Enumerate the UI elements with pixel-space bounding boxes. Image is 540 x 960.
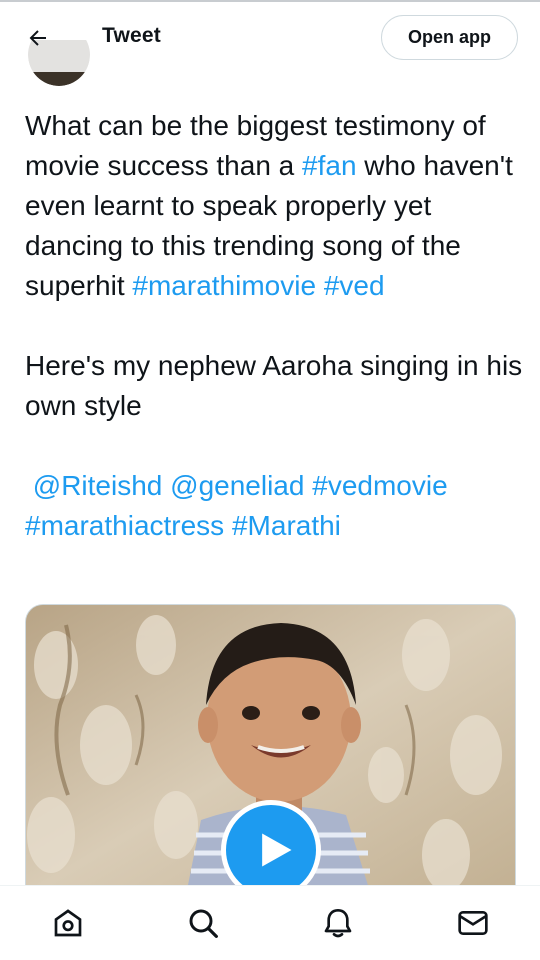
bottom-navigation [0,885,540,960]
nav-search[interactable] [173,893,233,953]
open-app-button[interactable]: Open app [381,15,518,60]
tweet-text: What can be the biggest testimony of mov… [25,106,525,546]
hashtag-marathiactress[interactable]: #marathiactress [25,510,224,541]
nav-messages[interactable] [443,893,503,953]
hashtag-marathimovie[interactable]: #marathimovie [132,270,316,301]
nav-home[interactable] [38,893,98,953]
tweet-text-paragraph: Here's my nephew Aaroha singing in his o… [25,350,530,421]
hashtag-fan[interactable]: #fan [302,150,357,181]
tweet-video[interactable] [25,604,516,894]
play-icon [262,833,292,867]
play-button[interactable] [221,800,321,894]
arrow-left-icon [29,30,46,46]
hashtag-ved[interactable]: #ved [324,270,385,301]
home-icon [54,909,81,937]
hashtag-vedmovie[interactable]: #vedmovie [312,470,447,501]
messages-mail-icon [457,911,488,935]
hashtag-marathi[interactable]: #Marathi [232,510,341,541]
nav-notifications[interactable] [308,893,368,953]
top-header: Tweet Open app [0,2,540,72]
search-icon [189,909,218,938]
back-button[interactable] [18,20,58,56]
mention-riteishd[interactable]: @Riteishd [33,470,163,501]
mention-geneliad[interactable]: @geneliad [170,470,304,501]
page-title: Tweet [102,24,161,47]
notifications-bell-icon [324,909,351,938]
